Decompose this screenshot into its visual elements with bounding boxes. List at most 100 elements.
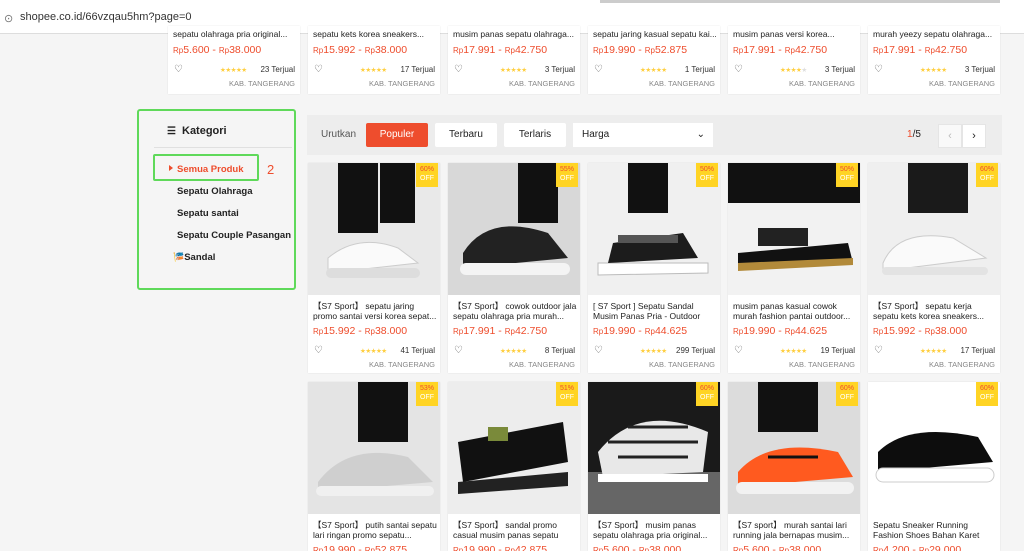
heart-icon[interactable]: ♡ — [734, 345, 743, 356]
discount-off: OFF — [560, 175, 574, 182]
product-price: Rp19.990 - Rp42.875 — [453, 544, 547, 551]
next-page-button[interactable]: › — [962, 124, 986, 148]
product-card[interactable]: 53% OFF 【S7 Sport】 putih santai sepatu lar… — [308, 382, 440, 551]
sidebar-item-sepatu-olahraga[interactable]: Sepatu Olahraga — [177, 186, 253, 197]
product-card[interactable]: 50% OFF musim panas kasual cowok murah fas… — [728, 163, 860, 373]
heart-icon[interactable]: ♡ — [594, 345, 603, 356]
product-card[interactable]: 60% OFF 【S7 Sport】 sepatu jaring promo san… — [308, 163, 440, 373]
price-high: 38.000 — [374, 44, 408, 56]
site-info-icon[interactable]: ⊙ — [4, 12, 13, 25]
product-card[interactable]: 51% OFF 【S7 Sport】 sandal promo casual mus… — [448, 382, 580, 551]
heart-icon[interactable]: ♡ — [594, 64, 603, 75]
sort-terlaris-button[interactable]: Terlaris — [504, 123, 566, 147]
product-title: musim panas versi korea... — [733, 29, 835, 39]
price-low: 19.990 — [323, 544, 356, 551]
seller-location: KAB. TANGERANG — [929, 79, 995, 88]
discount-percent: 50% — [839, 166, 854, 173]
heart-icon[interactable]: ♡ — [314, 64, 323, 75]
seller-location: KAB. TANGERANG — [789, 360, 855, 369]
discount-badge: 53% OFF — [416, 382, 438, 406]
sold-count: 3 Terjual — [824, 65, 855, 74]
sidebar-item-sepatu-couple[interactable]: Sepatu Couple Pasangan — [177, 230, 291, 241]
prev-page-button[interactable]: ‹ — [938, 124, 962, 148]
price-high: 29.000 — [929, 544, 962, 551]
product-title: 【S7 Sport】 musim panas sepatu olahraga p… — [593, 520, 708, 540]
discount-percent: 60% — [979, 385, 994, 392]
price-dropdown[interactable]: Harga ⌄ — [573, 123, 713, 147]
chevron-down-icon: ⌄ — [696, 129, 705, 140]
product-card[interactable]: 60% OFF 【S7 Sport】 musim panas sepatu olah… — [588, 382, 720, 551]
product-card[interactable]: 60% OFF 【S7 Sport】 sepatu kerja sepatu ket… — [868, 163, 1000, 373]
product-card[interactable]: musim panas versi korea... Rp17.991 - Rp4… — [728, 26, 860, 94]
discount-percent: 53% — [419, 385, 434, 392]
product-card[interactable]: murah yeezy sepatu olahraga... Rp17.991 -… — [868, 26, 1000, 94]
price-high: 52.875 — [374, 544, 408, 551]
product-price: Rp4.200 - Rp29.000 — [873, 544, 961, 551]
rating-stars: ★★★★★ — [920, 348, 947, 355]
discount-off: OFF — [980, 394, 994, 401]
page-total: /5 — [912, 129, 921, 140]
product-card[interactable]: 60% OFF 【S7 sport】 murah santai lari runni… — [728, 382, 860, 551]
product-card[interactable]: musim panas sepatu olahraga... Rp17.991 -… — [448, 26, 580, 94]
seller-location: KAB. TANGERANG — [929, 360, 995, 369]
product-title: musim panas kasual cowok murah fashion p… — [733, 301, 851, 321]
product-price: Rp19.990 - Rp52.875 — [313, 544, 407, 551]
price-low: 5.600 — [603, 544, 630, 551]
rating-stars: ★★★★★ — [500, 67, 527, 74]
price-low: 17.991 — [463, 325, 496, 337]
seller-location: KAB. TANGERANG — [369, 79, 435, 88]
heart-icon[interactable]: ♡ — [874, 64, 883, 75]
sidebar-item-sandal[interactable]: 🎏Sandal — [173, 252, 215, 263]
rating-stars: ★★★★★ — [220, 67, 247, 74]
heart-icon[interactable]: ♡ — [874, 345, 883, 356]
heart-icon[interactable]: ♡ — [314, 345, 323, 356]
heart-icon[interactable]: ♡ — [454, 64, 463, 75]
discount-off: OFF — [840, 175, 854, 182]
product-card[interactable]: 60% OFF Sepatu Sneaker Running Fashion Sho… — [868, 382, 1000, 551]
price-high: 38.000 — [789, 544, 822, 551]
product-card[interactable]: 50% OFF [ S7 Sport ] Sepatu Sandal Musim P… — [588, 163, 720, 373]
product-title: 【S7 Sport】 putih santai sepatu lari ring… — [313, 520, 437, 540]
sidebar-item-sepatu-santai[interactable]: Sepatu santai — [177, 208, 239, 219]
product-title: sepatu kets korea sneakers... — [313, 29, 425, 39]
product-price: Rp19.990 - Rp44.625 — [593, 325, 688, 337]
sold-count: 17 Terjual — [400, 65, 435, 74]
category-sidebar: ☰ Kategori Semua Produk 2 Sepatu Olahraga… — [137, 109, 296, 290]
rating-stars: ★★★★★ — [780, 348, 807, 355]
sold-count: 23 Terjual — [260, 65, 295, 74]
product-card[interactable]: sepatu kets korea sneakers... Rp15.992 - … — [308, 26, 440, 94]
price-high: 38.000 — [374, 325, 408, 337]
product-price: Rp15.992 - Rp38.000 — [873, 325, 968, 337]
heart-icon[interactable]: ♡ — [174, 64, 183, 75]
seller-location: KAB. TANGERANG — [509, 360, 575, 369]
category-heading: ☰ Kategori — [167, 125, 227, 137]
price-dropdown-label: Harga — [582, 129, 610, 140]
price-low: 17.991 — [463, 44, 496, 56]
sort-populer-button[interactable]: Populer — [366, 123, 428, 147]
sort-bar: Urutkan Populer Terbaru Terlaris Harga ⌄ … — [307, 115, 1002, 155]
sort-terbaru-button[interactable]: Terbaru — [435, 123, 497, 147]
url-text[interactable]: shopee.co.id/66vzqau5hm?page=0 — [20, 11, 192, 23]
sold-count: 8 Terjual — [544, 346, 575, 355]
product-price: Rp19.990 - Rp52.875 — [593, 44, 688, 56]
heart-icon[interactable]: ♡ — [454, 345, 463, 356]
sold-count: 3 Terjual — [544, 65, 575, 74]
product-card[interactable]: sepatu olahraga pria original... Rp5.600 … — [168, 26, 300, 94]
product-title: 【S7 Sport】 sepatu kerja sepatu kets kore… — [873, 301, 985, 321]
price-low: 15.992 — [323, 325, 356, 337]
rating-stars: ★★★★★ — [640, 67, 667, 74]
sold-count: 41 Terjual — [400, 346, 435, 355]
discount-badge: 50% OFF — [836, 163, 858, 187]
heart-icon[interactable]: ♡ — [734, 64, 743, 75]
discount-badge: 51% OFF — [556, 382, 578, 406]
product-card[interactable]: sepatu jaring kasual sepatu kai... Rp19.9… — [588, 26, 720, 94]
price-low: 4.200 — [883, 544, 910, 551]
product-card[interactable]: 55% OFF 【S7 Sport】 cowok outdoor jala sepa… — [448, 163, 580, 373]
discount-badge: 60% OFF — [976, 163, 998, 187]
sold-count: 17 Terjual — [960, 346, 995, 355]
sidebar-item-semua-produk[interactable]: Semua Produk — [177, 164, 244, 175]
price-low: 5.600 — [743, 544, 770, 551]
product-title: murah yeezy sepatu olahraga... — [873, 29, 993, 39]
sort-label: Urutkan — [321, 129, 357, 140]
product-title: sepatu olahraga pria original... — [173, 29, 288, 39]
